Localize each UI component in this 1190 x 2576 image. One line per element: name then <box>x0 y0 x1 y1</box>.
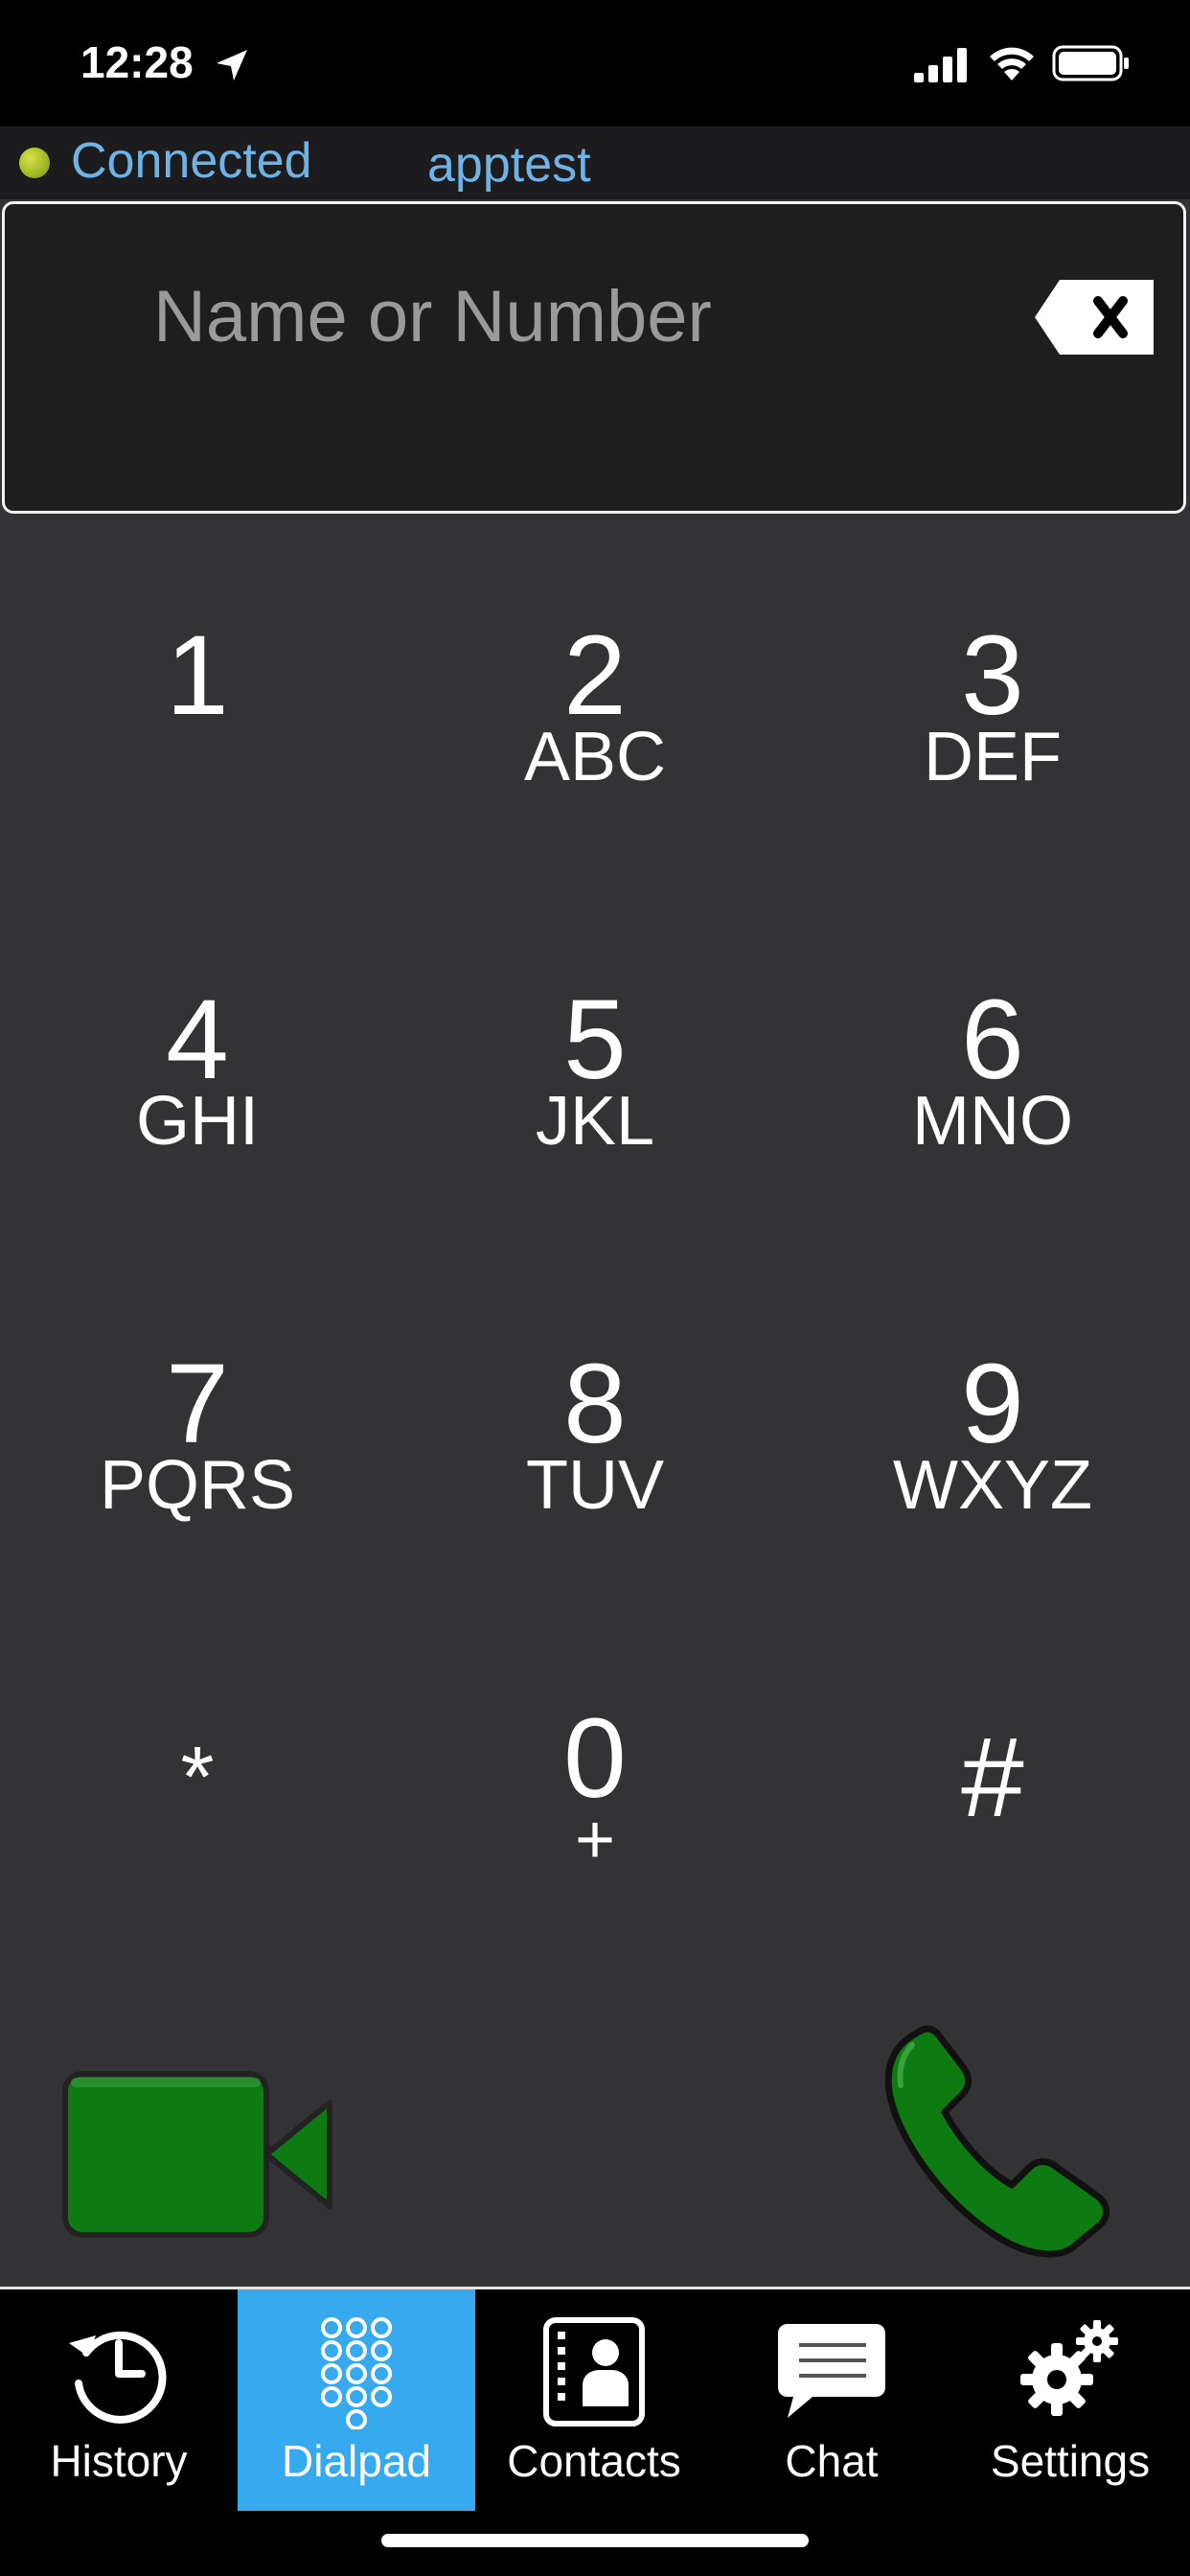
tab-label: Settings <box>990 2436 1151 2486</box>
dial-key-hash[interactable]: # <box>849 1714 1136 1974</box>
dial-key-digit: 0 <box>563 1695 627 1822</box>
dial-key-4[interactable]: 4 GHI <box>54 977 341 1236</box>
tab-dialpad[interactable]: Dialpad <box>238 2289 475 2511</box>
tab-settings[interactable]: Settings <box>950 2289 1190 2511</box>
gears-icon <box>1020 2320 1118 2416</box>
dial-key-0[interactable]: 0 + <box>451 1695 739 1955</box>
location-arrow-icon <box>217 50 247 80</box>
tab-chat[interactable]: Chat <box>713 2289 950 2511</box>
account-name[interactable]: apptest <box>427 136 591 194</box>
dial-key-letters: WXYZ <box>893 1447 1092 1524</box>
connection-status-text: Connected <box>71 133 312 189</box>
dial-key-letters: GHI <box>135 1083 259 1160</box>
dial-key-digit: 8 <box>563 1341 627 1467</box>
home-indicator[interactable] <box>381 2534 809 2547</box>
backspace-icon[interactable] <box>1033 278 1157 356</box>
dial-key-digit: 9 <box>961 1341 1024 1467</box>
tab-contacts[interactable]: Contacts <box>475 2289 713 2511</box>
chat-bubble-icon <box>778 2324 885 2418</box>
dial-key-letters: PQRS <box>99 1447 296 1524</box>
tab-history[interactable]: History <box>0 2289 238 2511</box>
tab-label: Dialpad <box>282 2436 431 2486</box>
video-camera-icon[interactable] <box>59 2062 337 2244</box>
dialpad-icon <box>321 2317 392 2429</box>
dial-key-1[interactable]: 1 <box>54 612 341 872</box>
connection-status-indicator <box>19 148 50 178</box>
dial-key-digit: 6 <box>961 977 1024 1103</box>
dial-key-digit: 1 <box>166 612 229 739</box>
dial-key-digit: * <box>180 1730 215 1826</box>
dial-key-letters: MNO <box>912 1083 1073 1160</box>
status-time: 12:28 <box>80 37 194 87</box>
dial-key-5[interactable]: 5 JKL <box>451 977 739 1236</box>
dial-key-letters: DEF <box>924 719 1062 795</box>
name-or-number-input[interactable] <box>153 268 996 364</box>
dial-key-digit: # <box>961 1714 1024 1841</box>
dial-key-digit: 4 <box>166 977 229 1103</box>
dial-key-2[interactable]: 2 ABC <box>451 612 739 872</box>
tab-label: History <box>50 2436 188 2486</box>
dial-key-letters: + <box>574 1802 616 1878</box>
cellular-signal-icon <box>914 48 967 82</box>
dial-key-letters: TUV <box>526 1447 664 1524</box>
dial-key-3[interactable]: 3 DEF <box>849 612 1136 872</box>
wifi-icon <box>990 47 1034 80</box>
dial-key-digit: 3 <box>961 612 1024 739</box>
dial-key-6[interactable]: 6 MNO <box>849 977 1136 1236</box>
dial-key-9[interactable]: 9 WXYZ <box>849 1341 1136 1600</box>
contacts-icon <box>543 2317 645 2426</box>
dial-key-7[interactable]: 7 PQRS <box>54 1341 341 1600</box>
dial-key-digit: 7 <box>166 1341 229 1467</box>
dial-key-star[interactable]: * <box>54 1725 341 1974</box>
dial-key-letters: JKL <box>535 1083 655 1160</box>
dial-key-digit: 2 <box>563 612 627 739</box>
dial-key-letters: ABC <box>523 719 667 795</box>
tab-label: Contacts <box>507 2436 681 2486</box>
history-clock-icon <box>69 2331 167 2424</box>
battery-icon <box>1052 45 1129 81</box>
phone-icon[interactable] <box>878 2024 1117 2264</box>
dial-key-digit: 5 <box>563 977 627 1103</box>
dial-key-8[interactable]: 8 TUV <box>451 1341 739 1600</box>
tab-label: Chat <box>785 2436 879 2486</box>
